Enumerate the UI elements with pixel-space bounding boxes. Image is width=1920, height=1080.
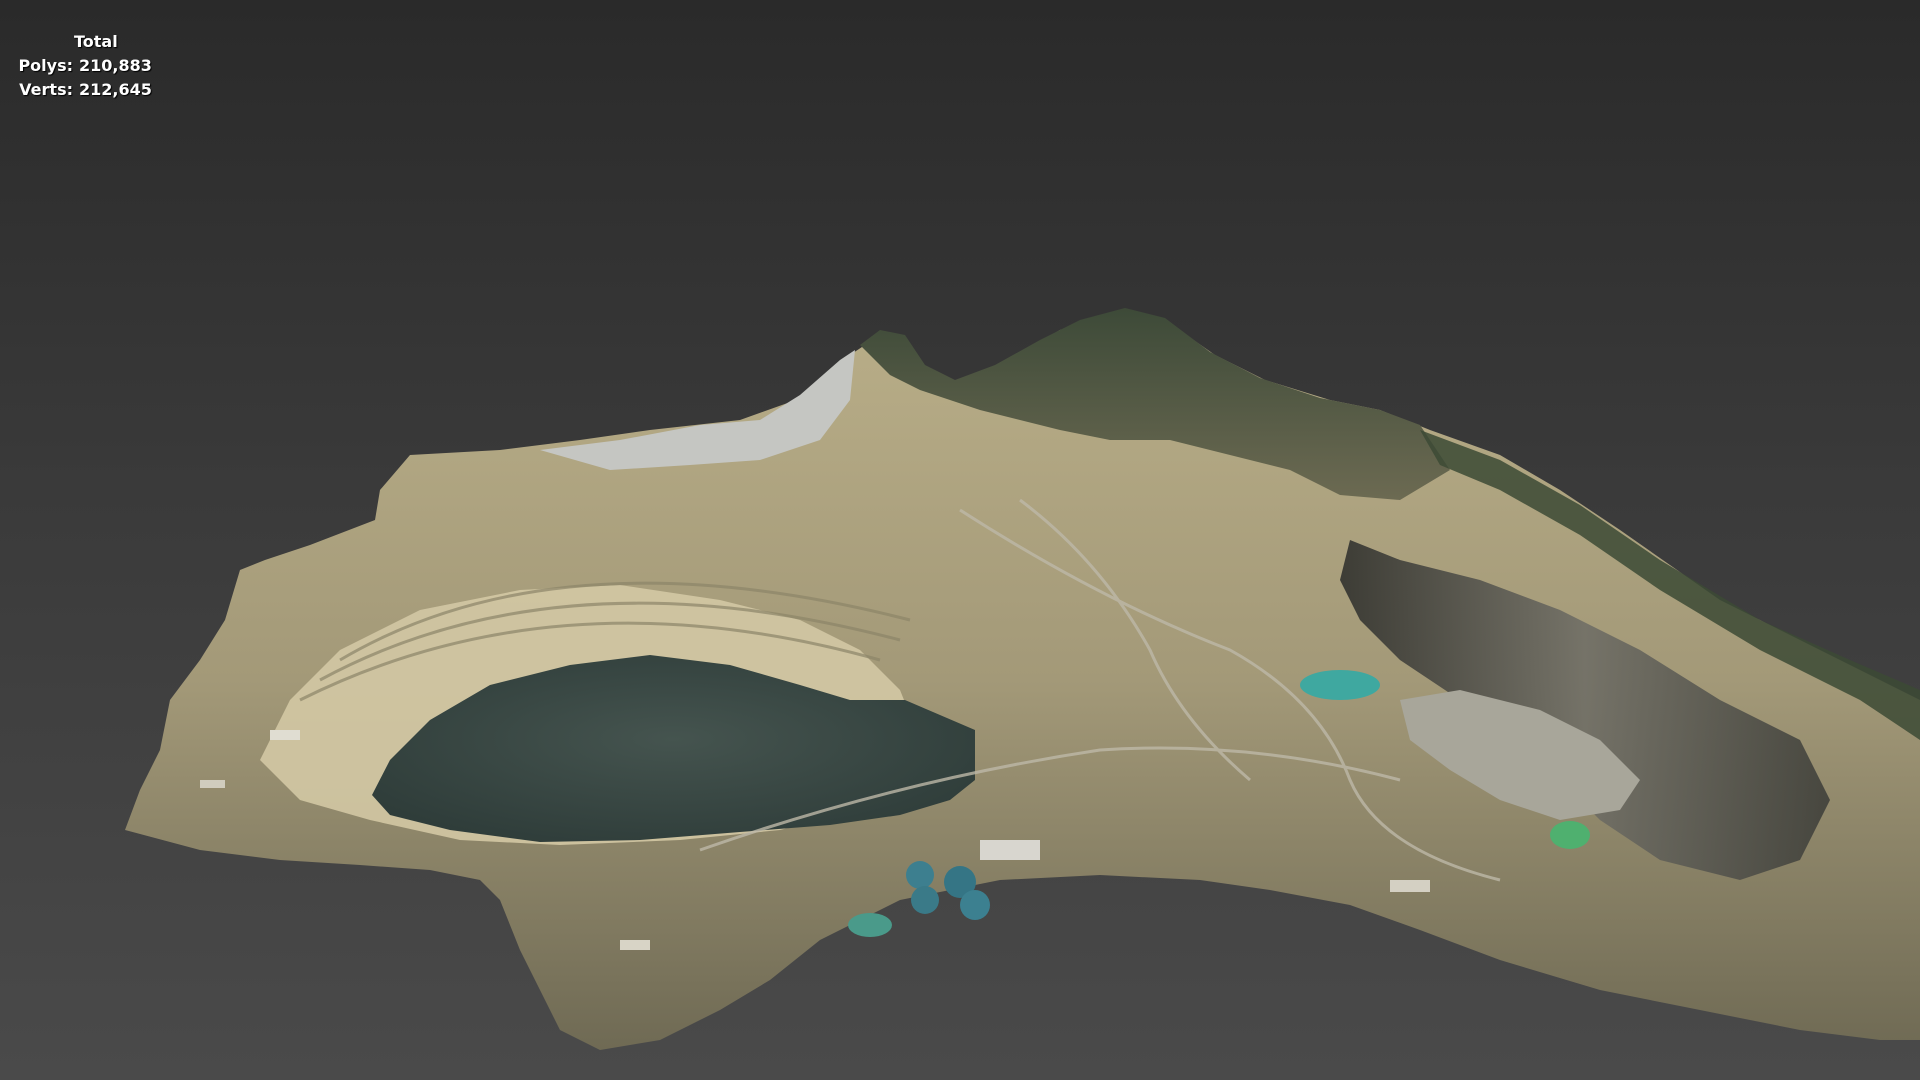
teal-pond bbox=[1300, 670, 1380, 700]
terrain-mesh-model[interactable] bbox=[0, 0, 1920, 1080]
green-pond bbox=[1550, 821, 1590, 849]
3d-viewport[interactable]: Total Polys: 210,883 Verts: 212,645 bbox=[0, 0, 1920, 1080]
